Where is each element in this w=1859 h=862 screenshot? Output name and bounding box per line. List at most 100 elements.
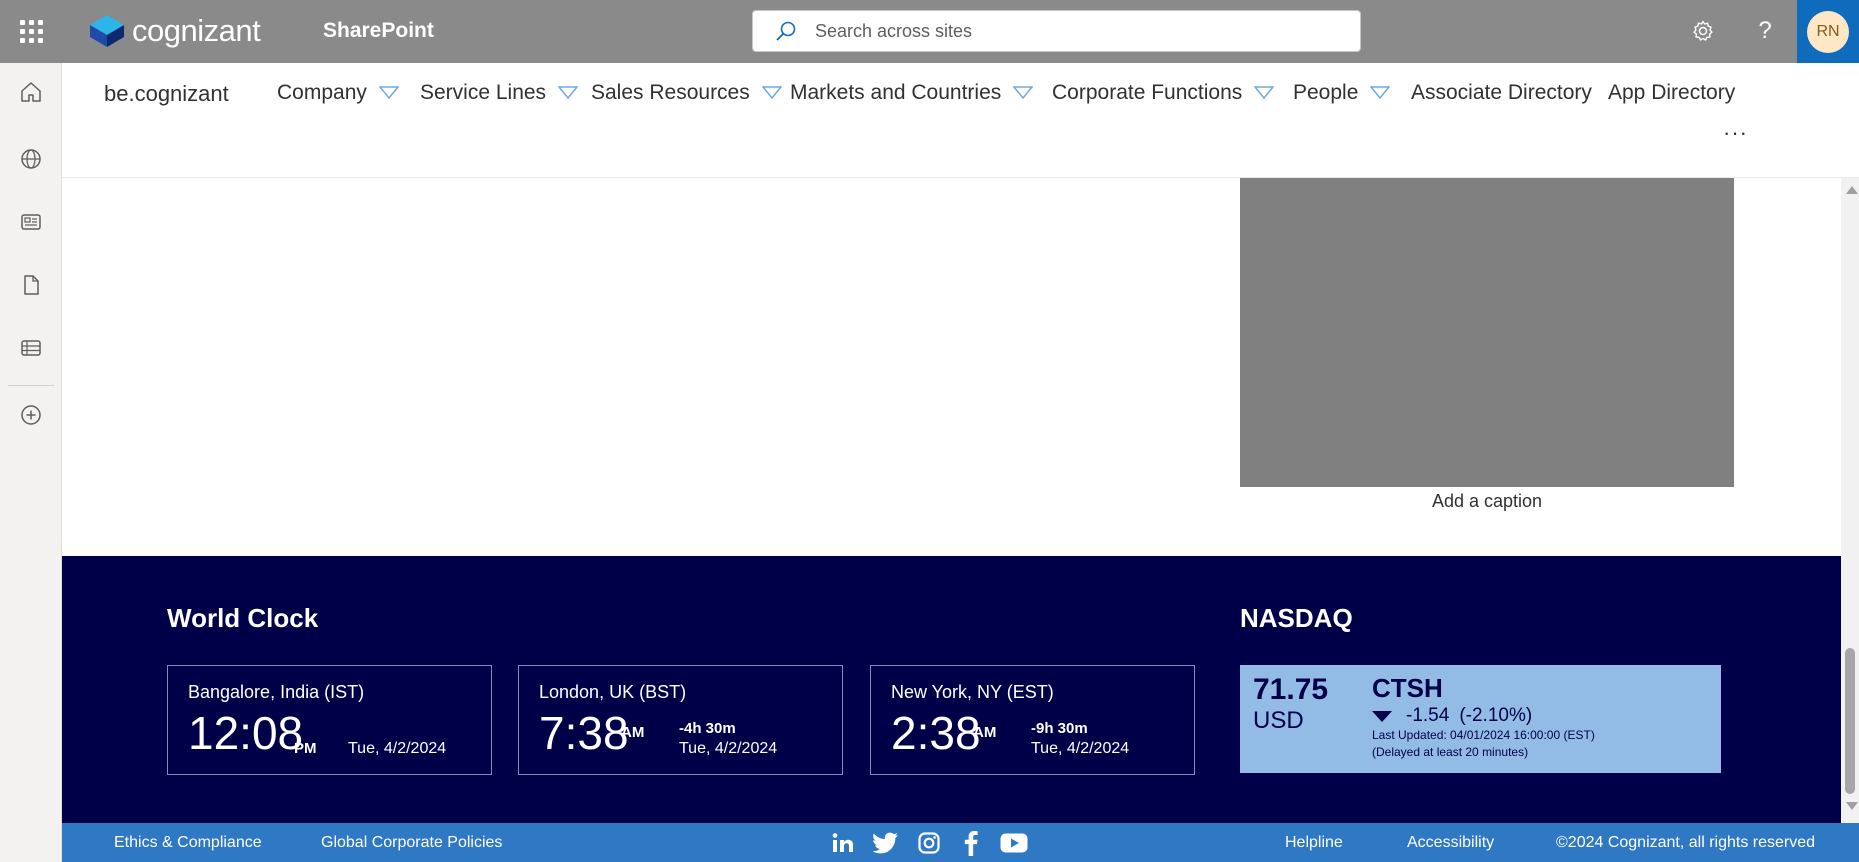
files-button[interactable] (16, 270, 46, 300)
clock-bangalore: Bangalore, India (IST) 12:08 PM Tue, 4/2… (167, 665, 492, 775)
linkedin-link[interactable] (829, 829, 857, 857)
clock-offset: -4h 30m (679, 720, 736, 737)
nav-label: Corporate Functions (1052, 81, 1243, 104)
clock-time: 7:38 (539, 707, 629, 759)
stock-change-percent: (-2.10%) (1459, 705, 1533, 726)
clock-time: 12:08 (188, 707, 304, 759)
nav-people[interactable]: People (1293, 81, 1391, 105)
scroll-thumb[interactable] (1845, 648, 1855, 794)
image-caption[interactable]: Add a caption (1240, 491, 1734, 512)
cognizant-logo[interactable]: cognizant (88, 12, 261, 50)
waffle-icon (19, 20, 43, 43)
chevron-down-icon (1013, 86, 1034, 100)
stock-last-updated: Last Updated: 04/01/2024 16:00:00 (EST) (1372, 728, 1595, 742)
nav-service-lines[interactable]: Service Lines (420, 81, 579, 105)
footer-ethics-link[interactable]: Ethics & Compliance (114, 834, 262, 852)
globe-icon (21, 149, 41, 169)
nav-company[interactable]: Company (277, 81, 399, 105)
nav-corporate-functions[interactable]: Corporate Functions (1052, 81, 1275, 105)
clock-london: London, UK (BST) 7:38 AM -4h 30m Tue, 4/… (518, 665, 843, 775)
gear-icon (1693, 20, 1713, 41)
cognizant-logo-mark (90, 15, 124, 47)
site-title[interactable]: be.cognizant (104, 81, 229, 107)
site-navigation: be.cognizant Company Service Lines Sales… (62, 63, 1859, 178)
instagram-icon (918, 832, 940, 854)
footer-policies-link[interactable]: Global Corporate Policies (321, 834, 502, 852)
app-name[interactable]: SharePoint (323, 19, 434, 43)
help-button[interactable]: ? (1750, 16, 1780, 46)
scroll-up-arrow[interactable] (1846, 186, 1858, 194)
footer-copyright: ©2024 Cognizant, all rights reserved (1556, 834, 1816, 851)
app-bar-divider (8, 385, 54, 386)
stock-ticker: 71.75 USD CTSH -1.54 (-2.10%) Last Updat… (1240, 665, 1721, 773)
help-icon: ? (1758, 17, 1772, 44)
linkedin-icon (832, 833, 853, 852)
clock-date: Tue, 4/2/2024 (1031, 740, 1130, 757)
clock-offset: -9h 30m (1031, 720, 1088, 737)
suite-bar: cognizant SharePoint Search across sites… (0, 0, 1859, 63)
nav-associate-directory[interactable]: Associate Directory (1411, 81, 1592, 105)
app-launcher-button[interactable] (0, 0, 62, 63)
search-input[interactable]: Search across sites (815, 21, 972, 42)
stock-price: 71.75 (1253, 673, 1329, 706)
nav-markets-and-countries[interactable]: Markets and Countries (790, 81, 1034, 105)
nav-label: App Directory (1608, 81, 1736, 104)
account-button[interactable]: RN (1797, 0, 1859, 63)
footer-helpline-link[interactable]: Helpline (1285, 834, 1343, 852)
instagram-link[interactable] (915, 829, 943, 857)
stock-currency: USD (1253, 707, 1304, 734)
clock-ampm: AM (973, 724, 997, 741)
nav-label: Sales Resources (591, 81, 750, 104)
stock-change: -1.54 (-2.10%) (1372, 705, 1532, 727)
clock-date: Tue, 4/2/2024 (348, 740, 447, 757)
clock-ampm: PM (294, 740, 317, 757)
twitter-icon (873, 832, 898, 854)
chevron-down-icon (378, 86, 399, 100)
clock-new-york: New York, NY (EST) 2:38 AM -9h 30m Tue, … (870, 665, 1195, 775)
search-box[interactable]: Search across sites (752, 10, 1361, 52)
clock-ampm: AM (621, 724, 645, 741)
nav-app-directory[interactable]: App Directory (1608, 81, 1735, 105)
nav-sales-resources[interactable]: Sales Resources (591, 81, 782, 105)
clock-city: Bangalore, India (IST) (188, 682, 365, 702)
clock-city: London, UK (BST) (539, 682, 687, 702)
search-icon (776, 21, 796, 41)
settings-button[interactable] (1688, 16, 1718, 46)
stock-delay-note: (Delayed at least 20 minutes) (1372, 745, 1529, 759)
file-icon (24, 275, 39, 295)
clock-time: 2:38 (891, 707, 981, 759)
add-circle-icon (21, 405, 41, 425)
more-nav-button[interactable]: ··· (1723, 120, 1748, 146)
chevron-down-icon (558, 86, 579, 100)
facebook-icon (964, 830, 978, 856)
scroll-down-arrow[interactable] (1846, 802, 1858, 810)
nav-label: Markets and Countries (790, 81, 1002, 104)
home-button[interactable] (16, 77, 46, 107)
world-clock-title: World Clock (167, 603, 319, 633)
youtube-icon (1000, 833, 1028, 853)
nav-label: People (1293, 81, 1359, 104)
sites-button[interactable] (16, 144, 46, 174)
lists-icon (21, 340, 41, 356)
lists-button[interactable] (16, 333, 46, 363)
image-placeholder[interactable] (1240, 178, 1734, 487)
home-icon (21, 82, 41, 102)
stock-symbol: CTSH (1372, 673, 1443, 703)
twitter-link[interactable] (872, 829, 900, 857)
news-button[interactable] (16, 207, 46, 237)
logo-text: cognizant (132, 13, 261, 48)
clock-city: New York, NY (EST) (891, 682, 1054, 702)
news-icon (21, 214, 41, 230)
chevron-down-icon (761, 86, 782, 100)
nav-label: Company (277, 81, 367, 104)
facebook-link[interactable] (957, 829, 985, 857)
down-arrow-icon (1372, 710, 1392, 722)
create-button[interactable] (16, 400, 46, 430)
footer-accessibility-link[interactable]: Accessibility (1407, 834, 1494, 852)
nav-label: Associate Directory (1411, 81, 1592, 104)
chevron-down-icon (1254, 86, 1275, 100)
clock-date: Tue, 4/2/2024 (679, 740, 778, 757)
app-bar (0, 63, 62, 862)
youtube-link[interactable] (1000, 829, 1028, 857)
chevron-down-icon (1370, 86, 1391, 100)
